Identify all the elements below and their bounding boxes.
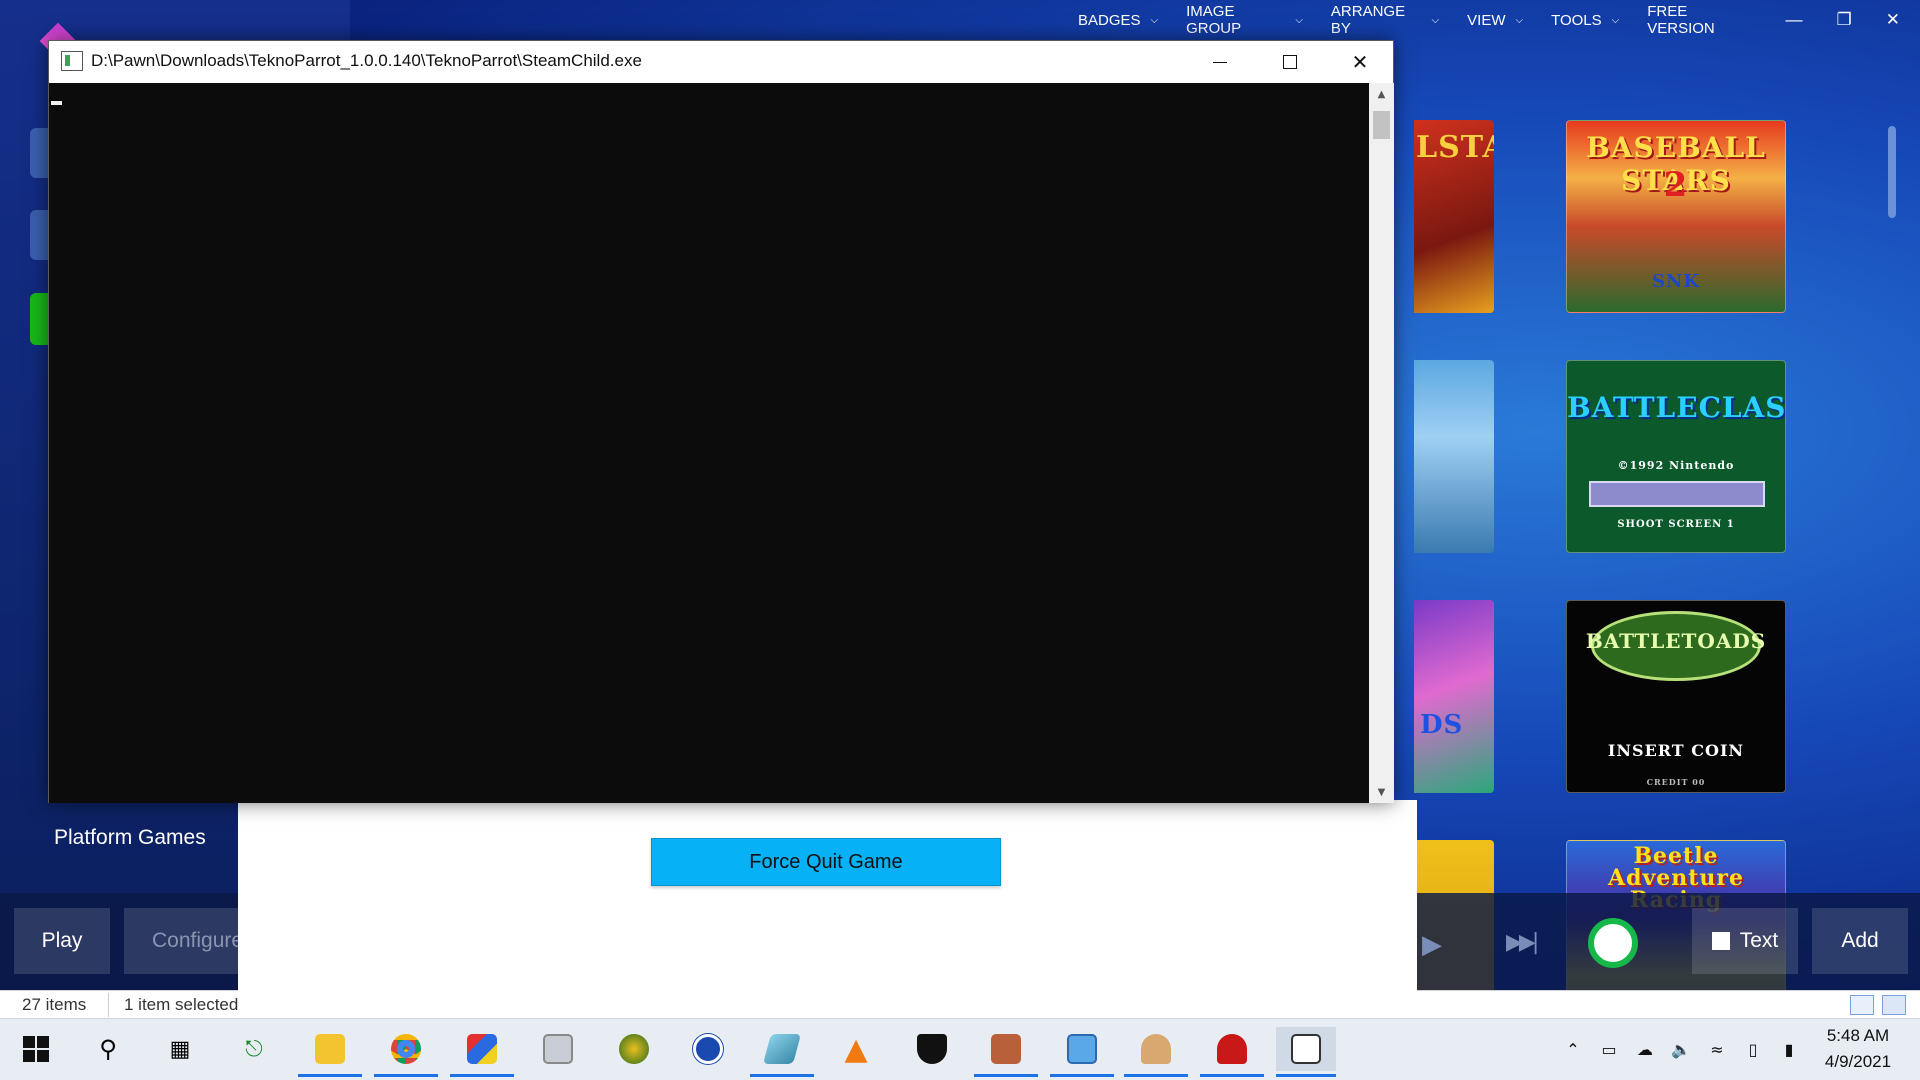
usb-drive-icon[interactable]: ▯ bbox=[1742, 1038, 1764, 1060]
console-app-icon[interactable] bbox=[1276, 1027, 1336, 1077]
ninja-app-icon[interactable] bbox=[1200, 1027, 1264, 1077]
vlc-icon[interactable]: ▲ bbox=[834, 1027, 878, 1071]
menu-arrange-by[interactable]: ARRANGE BY ⌵ bbox=[1331, 3, 1439, 37]
wifi-icon[interactable]: ≈ bbox=[1706, 1038, 1728, 1060]
force-quit-button[interactable]: Force Quit Game bbox=[651, 838, 1001, 886]
checkbox-icon bbox=[1711, 932, 1730, 950]
menu-tools[interactable]: TOOLS ⌵ bbox=[1551, 12, 1619, 29]
shield-app-icon[interactable] bbox=[910, 1027, 954, 1071]
console-app-icon bbox=[61, 51, 83, 71]
text-cursor bbox=[51, 101, 62, 105]
cover-grid-scrollbar[interactable] bbox=[1888, 126, 1896, 218]
chrome-icon[interactable] bbox=[374, 1027, 438, 1077]
chevron-down-icon: ⌵ bbox=[1515, 14, 1524, 26]
game-cover-partial[interactable] bbox=[1414, 360, 1494, 553]
chevron-down-icon: ⌵ bbox=[1611, 14, 1620, 26]
skip-forward-icon[interactable]: ▶▶| bbox=[1506, 930, 1539, 955]
add-button[interactable]: Add bbox=[1812, 908, 1908, 974]
chevron-down-icon: ⌵ bbox=[1150, 14, 1159, 26]
game-cover-baseball-stars[interactable]: BASEBALL STARS 2 SNK bbox=[1566, 120, 1786, 313]
cloud-tray-icon[interactable]: ☁ bbox=[1634, 1038, 1656, 1060]
brick-app-icon[interactable] bbox=[974, 1027, 1038, 1077]
sidebar-tab-2[interactable] bbox=[30, 210, 48, 260]
monitor-app-icon[interactable] bbox=[536, 1027, 580, 1071]
battery-icon[interactable]: ▮ bbox=[1778, 1038, 1800, 1060]
play-button[interactable]: Play bbox=[14, 908, 110, 974]
chevron-down-icon: ⌵ bbox=[1431, 14, 1440, 26]
eraser-app-icon[interactable] bbox=[750, 1027, 814, 1077]
people-app-icon[interactable] bbox=[1124, 1027, 1188, 1077]
volume-icon[interactable]: 🔈 bbox=[1670, 1038, 1692, 1060]
launchbox-menu-bar: BADGES ⌵ IMAGE GROUP ⌵ ARRANGE BY ⌵ VIEW ⌵ T… bbox=[1050, 0, 1920, 40]
menu-free-version[interactable]: FREE VERSION bbox=[1647, 3, 1751, 37]
taskbar-clock[interactable]: 5:48 AM 4/9/2021 bbox=[1808, 1023, 1908, 1075]
platform-label: Platform Games bbox=[54, 826, 206, 849]
play-arrow-icon[interactable]: ▶ bbox=[1422, 930, 1442, 960]
task-view-icon[interactable]: ▦ bbox=[158, 1027, 202, 1071]
game-cover-partial[interactable]: DS bbox=[1414, 600, 1494, 793]
menu-badges[interactable]: BADGES ⌵ bbox=[1078, 12, 1158, 29]
text-toggle-button[interactable]: Text bbox=[1692, 908, 1798, 974]
menu-image-group[interactable]: IMAGE GROUP ⌵ bbox=[1186, 3, 1303, 37]
console-titlebar[interactable]: D:\Pawn\Downloads\TeknoParrot_1.0.0.140\… bbox=[49, 41, 1393, 83]
game-running-dialog bbox=[238, 800, 1417, 1018]
maximize-icon bbox=[1283, 55, 1297, 69]
close-button[interactable]: ✕ bbox=[1325, 41, 1395, 83]
file-explorer-icon[interactable] bbox=[298, 1027, 362, 1077]
minimize-button[interactable] bbox=[1185, 41, 1255, 83]
tiles-view-icon[interactable] bbox=[1882, 995, 1906, 1015]
scroll-down-icon[interactable]: ▼ bbox=[1369, 781, 1394, 803]
usb-icon[interactable]: ⎋ bbox=[232, 1027, 276, 1071]
clock-date: 4/9/2021 bbox=[1824, 1052, 1892, 1071]
console-scrollbar[interactable]: ▲ ▼ bbox=[1369, 83, 1394, 803]
search-icon[interactable]: ⚲ bbox=[86, 1027, 130, 1071]
rubiks-cube-icon[interactable] bbox=[450, 1027, 514, 1077]
toggle-circle-icon[interactable] bbox=[1588, 918, 1638, 968]
items-count: 27 items bbox=[22, 995, 87, 1014]
console-output[interactable] bbox=[49, 83, 1369, 803]
monitor-tray-icon[interactable]: ▭ bbox=[1598, 1038, 1620, 1060]
configure-button[interactable]: Configure bbox=[124, 908, 244, 974]
tray-overflow-icon[interactable]: ⌃ bbox=[1562, 1038, 1584, 1060]
window-title: D:\Pawn\Downloads\TeknoParrot_1.0.0.140\… bbox=[91, 51, 642, 70]
restore-icon[interactable]: ❐ bbox=[1837, 10, 1852, 30]
windows-taskbar: ⚲ ▦ ⎋ ▲ bbox=[0, 1018, 1920, 1080]
scroll-up-icon[interactable]: ▲ bbox=[1369, 83, 1394, 105]
details-view-icon[interactable] bbox=[1850, 995, 1874, 1015]
game-cover-battleclash[interactable]: BATTLECLASH ©1992 Nintendo SHOOT SCREEN … bbox=[1566, 360, 1786, 553]
game-cover-battletoads[interactable]: BATTLETOADS INSERT COIN CREDIT 00 bbox=[1566, 600, 1786, 793]
start-icon[interactable] bbox=[14, 1027, 58, 1071]
power-app-icon[interactable] bbox=[686, 1027, 730, 1071]
control-panel-icon[interactable] bbox=[1050, 1027, 1114, 1077]
world-app-icon[interactable] bbox=[612, 1027, 656, 1071]
clock-time: 5:48 AM bbox=[1826, 1026, 1890, 1045]
minimize-icon[interactable]: — bbox=[1786, 10, 1803, 30]
close-icon[interactable]: ✕ bbox=[1886, 10, 1900, 30]
game-cover-partial[interactable]: LSTARS bbox=[1414, 120, 1494, 313]
sidebar-tab-active[interactable] bbox=[30, 293, 48, 345]
chevron-down-icon: ⌵ bbox=[1295, 14, 1303, 26]
minimize-icon bbox=[1213, 61, 1227, 63]
maximize-button[interactable] bbox=[1255, 41, 1325, 83]
close-icon: ✕ bbox=[1351, 51, 1369, 74]
console-window: D:\Pawn\Downloads\TeknoParrot_1.0.0.140\… bbox=[48, 40, 1394, 803]
menu-view[interactable]: VIEW ⌵ bbox=[1467, 12, 1523, 29]
sidebar-tab-1[interactable] bbox=[30, 128, 48, 178]
scrollbar-thumb[interactable] bbox=[1373, 111, 1390, 139]
selection-status: 1 item selected bbox=[124, 995, 239, 1014]
